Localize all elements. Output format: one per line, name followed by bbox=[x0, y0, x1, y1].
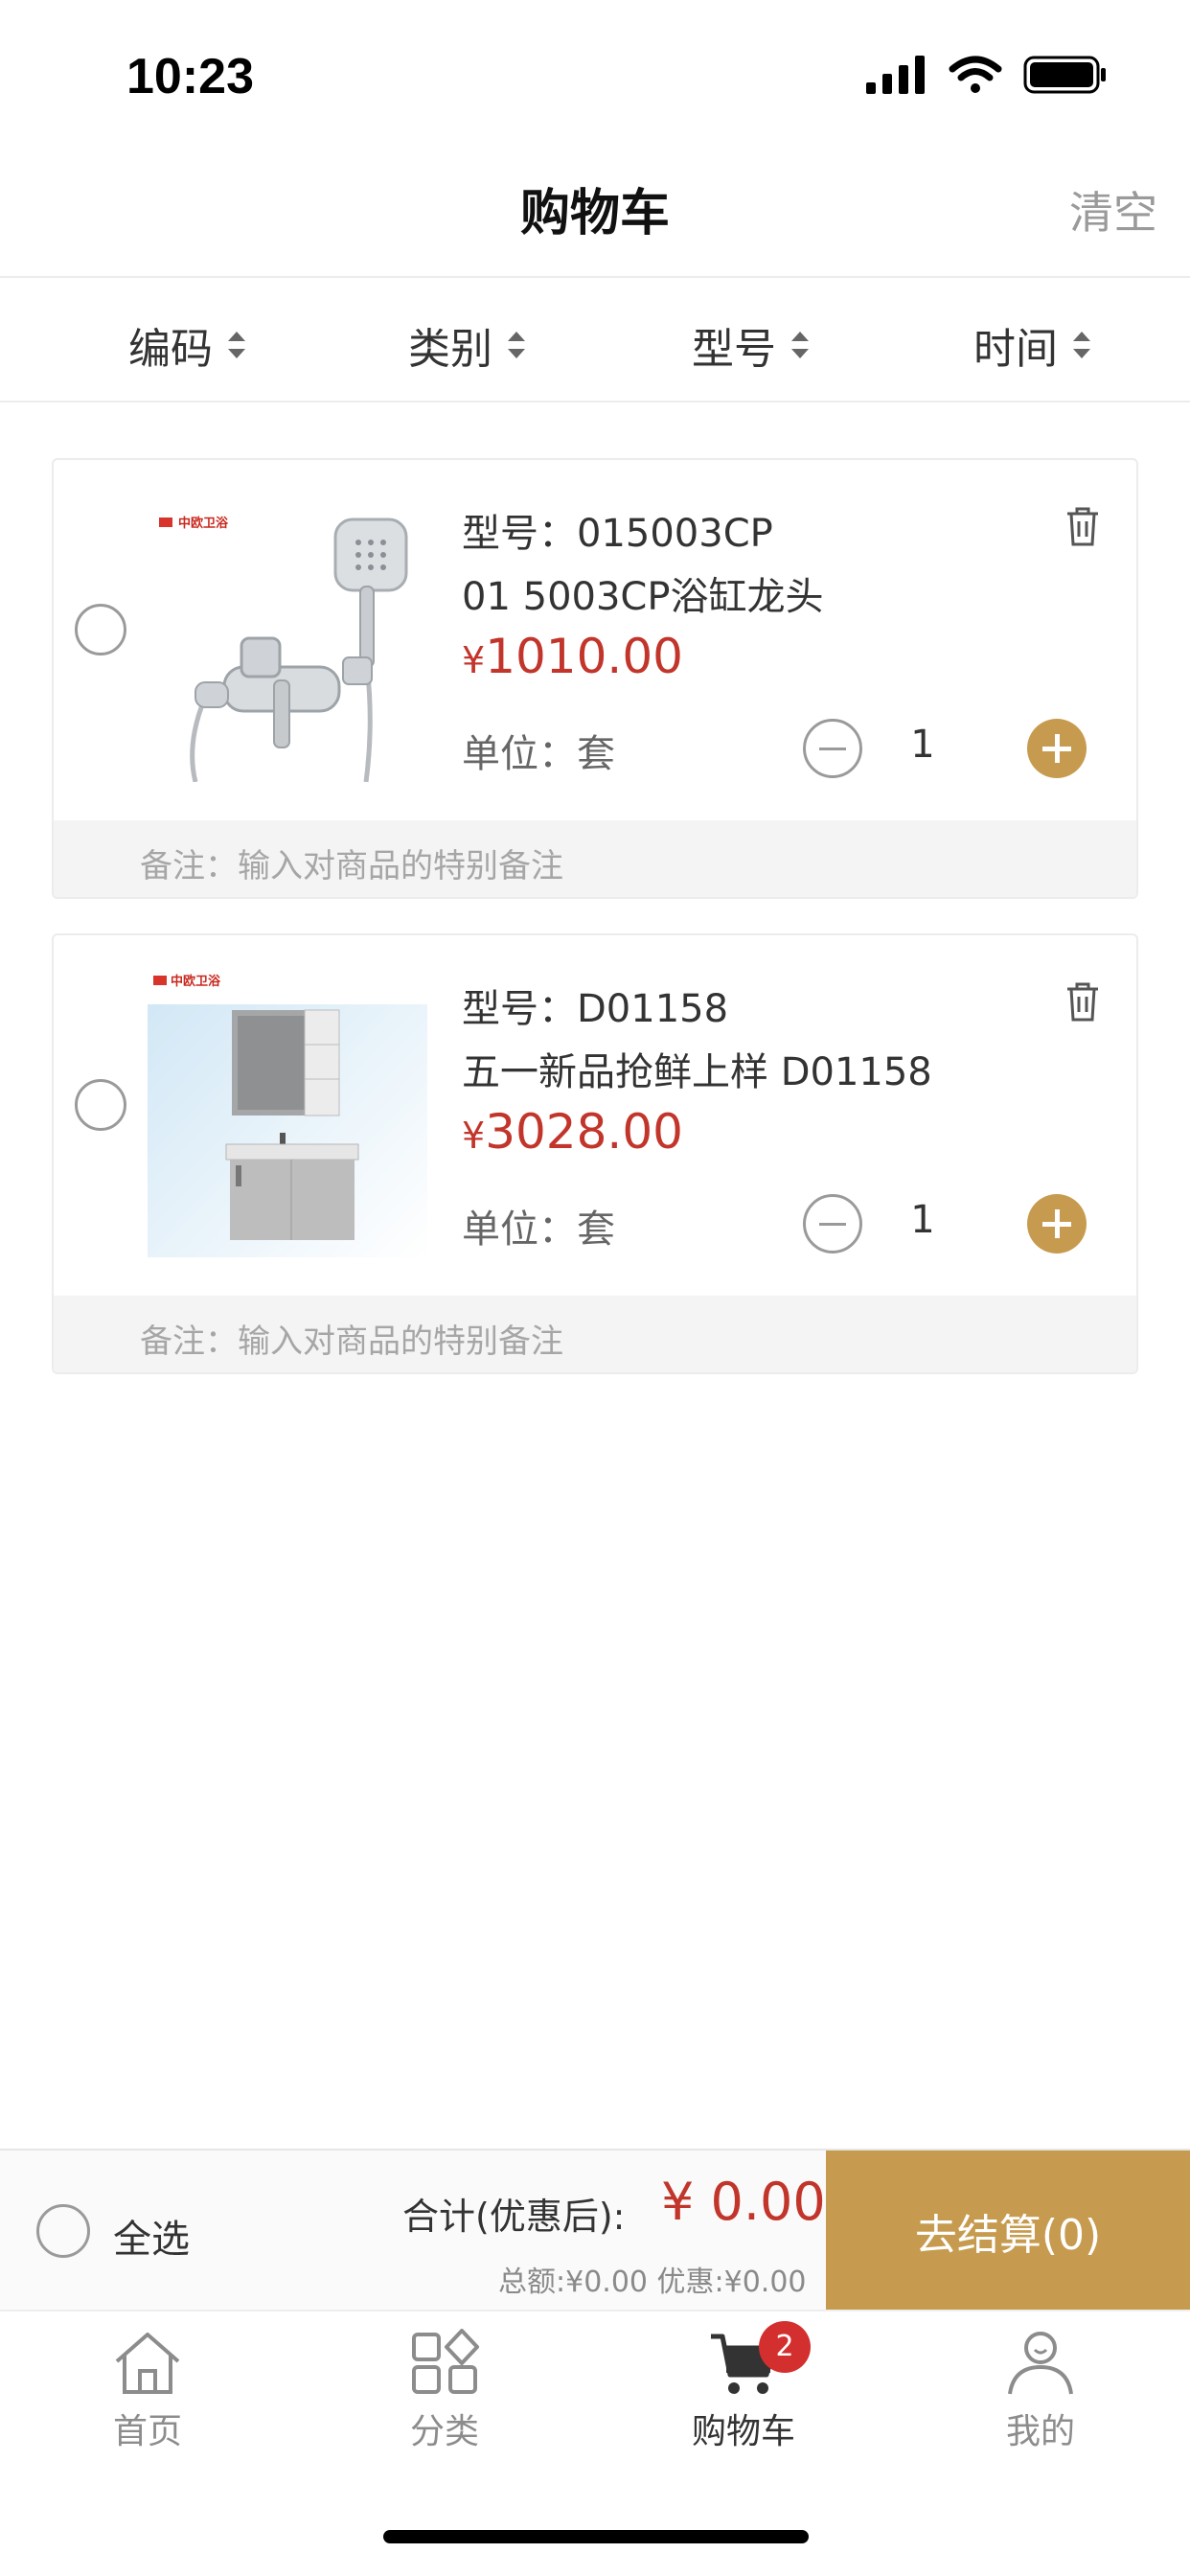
tab-label: 购物车 bbox=[691, 2412, 795, 2451]
sort-arrows-icon bbox=[508, 332, 525, 358]
sort-label: 时间 bbox=[973, 325, 1058, 374]
item-model: 型号：015003CP bbox=[462, 512, 773, 556]
checkout-button[interactable]: 去结算(0) bbox=[826, 2150, 1190, 2312]
home-icon bbox=[115, 2333, 180, 2394]
total-detail: 总额:¥0.00 优惠:¥0.00 bbox=[498, 2266, 807, 2299]
battery-icon bbox=[1023, 56, 1106, 94]
sort-label: 型号 bbox=[692, 325, 776, 374]
checkout-bar: 全选 合计(优惠后): ¥ 0.00 总额:¥0.00 优惠:¥0.00 去结算… bbox=[0, 2149, 1190, 2312]
signal-icon bbox=[866, 56, 925, 94]
home-indicator bbox=[383, 2530, 809, 2543]
item-price: ¥3028.00 bbox=[462, 1104, 683, 1160]
total-value: ¥ 0.00 bbox=[661, 2172, 826, 2232]
cart-badge: 2 bbox=[759, 2321, 811, 2373]
item-unit: 单位：套 bbox=[462, 732, 615, 776]
status-bar: 10:23 bbox=[0, 0, 1190, 144]
page-title: 购物车 bbox=[519, 185, 670, 242]
item-select-radio[interactable] bbox=[75, 604, 126, 656]
price-value: 3028.00 bbox=[485, 1104, 683, 1160]
tab-cart[interactable]: 2 购物车 bbox=[648, 2321, 839, 2453]
currency-symbol: ¥ bbox=[462, 639, 486, 681]
product-image[interactable]: 中欧卫浴 bbox=[148, 494, 427, 783]
tab-profile[interactable]: 我的 bbox=[945, 2329, 1136, 2453]
select-all-radio[interactable] bbox=[36, 2204, 90, 2258]
tab-category[interactable]: 分类 bbox=[349, 2329, 540, 2453]
remark-field[interactable]: 备注：输入对商品的特别备注 bbox=[54, 1296, 1136, 1372]
total-label: 合计(优惠后): bbox=[402, 2196, 626, 2238]
clear-cart-button[interactable]: 清空 bbox=[1069, 178, 1157, 242]
tab-label: 我的 bbox=[1005, 2412, 1075, 2451]
remark-placeholder: 备注：输入对商品的特别备注 bbox=[140, 847, 563, 886]
remark-placeholder: 备注：输入对商品的特别备注 bbox=[140, 1322, 563, 1361]
sort-label: 编码 bbox=[128, 325, 213, 374]
svg-text:中欧卫浴: 中欧卫浴 bbox=[171, 974, 221, 989]
item-name[interactable]: 01 5003CP浴缸龙头 bbox=[462, 565, 823, 621]
quantity-value: 1 bbox=[910, 723, 935, 767]
wifi-icon bbox=[949, 56, 1002, 93]
tab-label: 首页 bbox=[112, 2412, 182, 2451]
currency-symbol: ¥ bbox=[462, 1115, 486, 1157]
status-time: 10:23 bbox=[126, 49, 254, 104]
sort-bar: 编码 类别 型号 时间 bbox=[0, 280, 1190, 402]
status-icons bbox=[866, 56, 1108, 94]
item-model: 型号：D01158 bbox=[462, 987, 729, 1031]
decrease-quantity-button[interactable] bbox=[803, 719, 862, 778]
sort-by-model[interactable]: 型号 bbox=[692, 314, 809, 376]
sort-by-time[interactable]: 时间 bbox=[973, 314, 1090, 376]
category-icon bbox=[412, 2329, 479, 2394]
sort-arrows-icon bbox=[791, 332, 809, 358]
profile-icon bbox=[1008, 2332, 1073, 2395]
tab-label: 分类 bbox=[409, 2412, 479, 2451]
sort-label: 类别 bbox=[408, 325, 492, 374]
remark-field[interactable]: 备注：输入对商品的特别备注 bbox=[54, 820, 1136, 897]
sort-arrows-icon bbox=[228, 332, 245, 358]
decrease-quantity-button[interactable] bbox=[803, 1194, 862, 1254]
increase-quantity-button[interactable] bbox=[1027, 719, 1087, 778]
sort-by-category[interactable]: 类别 bbox=[408, 314, 525, 376]
faucet-product-icon: 中欧卫浴 bbox=[159, 516, 408, 783]
svg-text:中欧卫浴: 中欧卫浴 bbox=[178, 516, 229, 531]
select-all-label[interactable]: 全选 bbox=[113, 2208, 190, 2264]
increase-quantity-button[interactable] bbox=[1027, 1194, 1087, 1254]
item-unit: 单位：套 bbox=[462, 1208, 615, 1252]
sort-by-code[interactable]: 编码 bbox=[128, 314, 245, 376]
quantity-value: 1 bbox=[910, 1198, 935, 1242]
tab-home[interactable]: 首页 bbox=[52, 2329, 243, 2453]
trash-icon[interactable] bbox=[1064, 506, 1102, 552]
item-name[interactable]: 五一新品抢鲜上样 D01158 bbox=[462, 1041, 932, 1096]
product-image[interactable]: 中欧卫浴 bbox=[148, 970, 427, 1257]
cabinet-product-icon: 中欧卫浴 bbox=[148, 970, 427, 1257]
item-select-radio[interactable] bbox=[75, 1079, 126, 1131]
item-price: ¥1010.00 bbox=[462, 629, 683, 684]
price-value: 1010.00 bbox=[485, 629, 683, 684]
nav-header: 购物车 清空 bbox=[0, 144, 1190, 278]
cart-item: 中欧卫浴 型号：D01158 五一新品抢鲜上样 D01158 ¥3028.00 … bbox=[52, 933, 1138, 1374]
sort-arrows-icon bbox=[1073, 332, 1090, 358]
trash-icon[interactable] bbox=[1064, 981, 1102, 1027]
cart-item: 中欧卫浴 型号：015003CP 01 5003CP浴缸龙头 ¥1010.00 … bbox=[52, 458, 1138, 899]
